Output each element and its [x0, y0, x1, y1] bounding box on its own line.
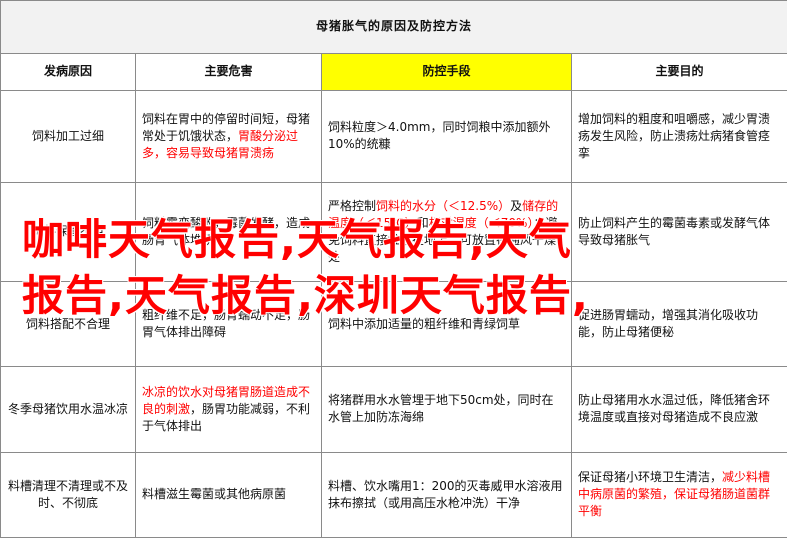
goal-cell: 促进肠胃蠕动，增强其消化吸收功能，防止母猪便秘	[570, 280, 787, 368]
warning-text: 饲料的水分（＜12.5%）	[376, 198, 511, 213]
table-row: 饲料保管不当 饲料霉变酸败，霉菌发酵，造成肠胃气体堆积 严格控制饲料的水分（＜1…	[0, 181, 787, 282]
table-row: 饲料搭配不合理 粗纤维不足，肠胃蠕动不足，肠胃气体排出障碍 饲料中添加适量的粗纤…	[0, 280, 787, 368]
cell-text: 料槽滋生霉菌或其他病原菌	[142, 487, 287, 502]
warning-text: 相对湿度（＜70%）	[428, 215, 534, 230]
cell-text: 饲料霉变酸败，霉菌发酵，造成肠胃气体堆积	[142, 215, 311, 247]
control-cell: 饲料中添加适量的粗纤维和青绿饲草	[321, 280, 572, 368]
header-cause: 发病原因	[0, 52, 136, 91]
cell-text: 防止母猪用水水温过低，降低猪舍环境温度或直接对母猪造成不良应激	[578, 393, 771, 425]
cell-text: 和	[416, 215, 429, 230]
cell-text: 饲料粒度＞4.0mm，同时饲粮中添加额外10%的统糠	[328, 120, 551, 152]
goal-cell: 保证母猪小环境卫生清洁，减少料槽中病原菌的繁殖，保证母猪肠道菌群平衡	[570, 451, 787, 538]
header-harm: 主要危害	[135, 52, 322, 91]
harm-cell: 冰凉的饮水对母猪胃肠道造成不良的刺激，肠胃功能减弱，不利于气体排出	[135, 366, 322, 453]
cause-cell: 饲料搭配不合理	[0, 280, 136, 368]
cell-text: 粗纤维不足，肠胃蠕动不足，肠胃气体排出障碍	[142, 308, 311, 340]
cell-text: 防止饲料产生的霉菌毒素或发酵气体导致母猪胀气	[578, 215, 771, 247]
cell-text: 及	[510, 198, 523, 213]
goal-cell: 防止饲料产生的霉菌毒素或发酵气体导致母猪胀气	[570, 181, 787, 282]
cause-cell: 冬季母猪饮用水温冰凉	[0, 366, 136, 453]
cell-text: 料槽、饮水嘴用1：200的灭毒威甲水溶液用抹布擦拭（或用高压水枪冲洗）干净	[328, 478, 563, 510]
cell-text: 保证母猪小环境卫生清洁，	[578, 470, 723, 485]
harm-cell: 饲料在胃中的停留时间短，母猪常处于饥饿状态，胃酸分泌过多，容易导致母猪胃溃疡	[135, 89, 322, 183]
cause-cell: 料槽清理不清理或不及时、不彻底	[0, 451, 136, 538]
goal-cell: 防止母猪用水水温过低，降低猪舍环境温度或直接对母猪造成不良应激	[570, 366, 787, 453]
control-cell: 将猪群用水水管埋于地下50cm处，同时在水管上加防冻海绵	[321, 366, 572, 453]
control-cell: 料槽、饮水嘴用1：200的灭毒威甲水溶液用抹布擦拭（或用高压水枪冲洗）干净	[321, 451, 572, 538]
cell-text: 饲料中添加适量的粗纤维和青绿饲草	[328, 316, 521, 331]
cell-text: 促进肠胃蠕动，增强其消化吸收功能，防止母猪便秘	[578, 308, 759, 340]
cause-cell: 饲料保管不当	[0, 181, 136, 282]
prevention-table: 母猪胀气的原因及防控方法 发病原因 主要危害 防控手段 主要目的 饲料加工过细 …	[0, 0, 787, 538]
cell-text: 将猪群用水水管埋于地下50cm处，同时在水管上加防冻海绵	[328, 393, 554, 425]
header-row: 发病原因 主要危害 防控手段 主要目的	[0, 52, 787, 91]
control-cell: 饲料粒度＞4.0mm，同时饲粮中添加额外10%的统糠	[321, 89, 572, 183]
header-control: 防控手段	[321, 52, 572, 91]
control-cell: 严格控制饲料的水分（＜12.5%）及储存的温度（＜15℃）和相对湿度（＜70%）…	[321, 181, 572, 282]
harm-cell: 料槽滋生霉菌或其他病原菌	[135, 451, 322, 538]
table-title: 母猪胀气的原因及防控方法	[0, 0, 787, 54]
cell-text: 严格控制	[328, 198, 377, 213]
cell-text: 增加饲料的粗度和咀嚼感，减少胃溃疡发生风险，防止溃疡灶病猪食管痉挛	[578, 111, 771, 160]
cause-cell: 饲料加工过细	[0, 89, 136, 183]
header-goal: 主要目的	[570, 52, 787, 91]
table-row: 饲料加工过细 饲料在胃中的停留时间短，母猪常处于饥饿状态，胃酸分泌过多，容易导致…	[0, 89, 787, 183]
harm-cell: 粗纤维不足，肠胃蠕动不足，肠胃气体排出障碍	[135, 280, 322, 368]
document: 母猪胀气的原因及防控方法 发病原因 主要危害 防控手段 主要目的 饲料加工过细 …	[0, 0, 787, 538]
harm-cell: 饲料霉变酸败，霉菌发酵，造成肠胃气体堆积	[135, 181, 322, 282]
goal-cell: 增加饲料的粗度和咀嚼感，减少胃溃疡发生风险，防止溃疡灶病猪食管痉挛	[570, 89, 787, 183]
table-row: 冬季母猪饮用水温冰凉 冰凉的饮水对母猪胃肠道造成不良的刺激，肠胃功能减弱，不利于…	[0, 366, 787, 453]
table-row: 料槽清理不清理或不及时、不彻底 料槽滋生霉菌或其他病原菌 料槽、饮水嘴用1：20…	[0, 451, 787, 538]
